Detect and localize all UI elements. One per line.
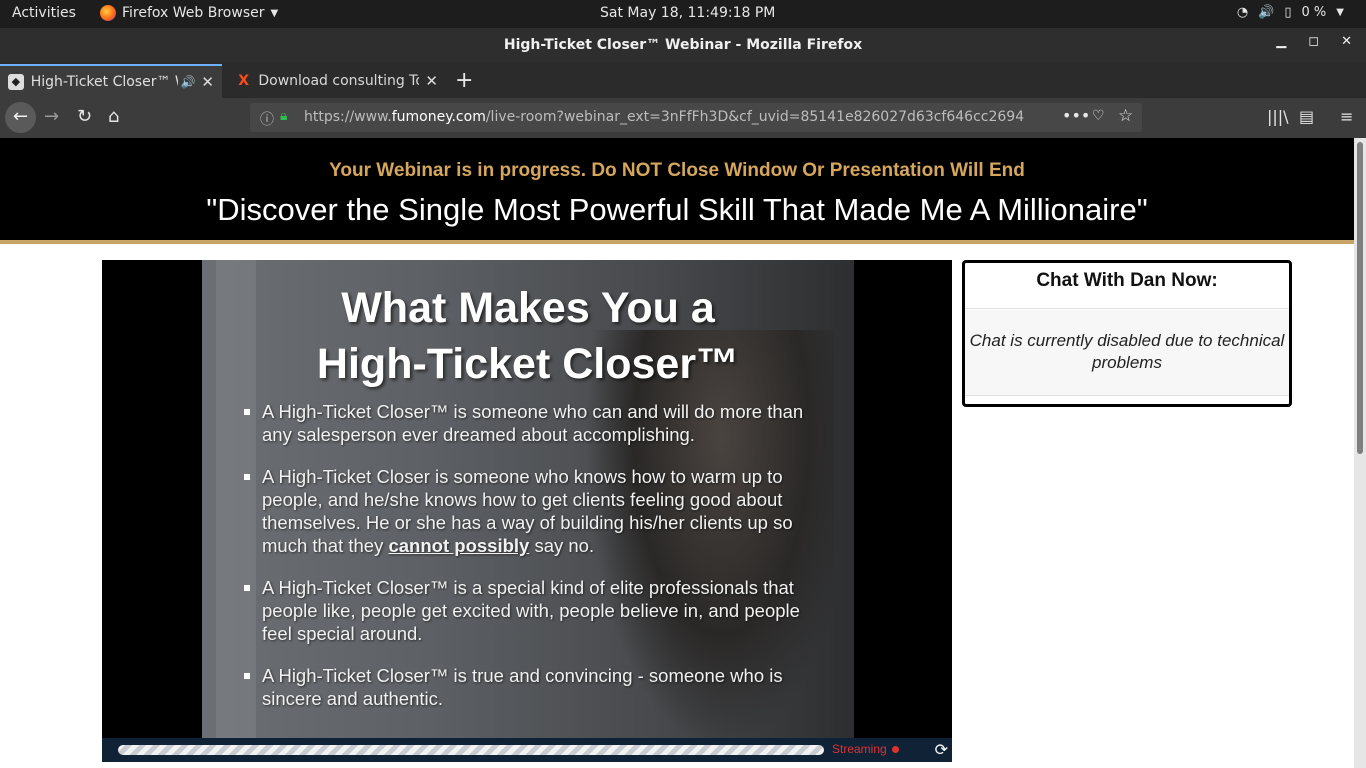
page-content: Your Webinar is in progress. Do NOT Clos…: [0, 138, 1354, 768]
tab-download[interactable]: X Download consulting To ✕: [228, 64, 446, 98]
minimize-icon[interactable]: ▁: [1276, 34, 1286, 49]
page-scrollbar[interactable]: [1354, 138, 1366, 768]
volume-icon: 🔊: [1258, 5, 1275, 20]
reload-icon[interactable]: ↻: [77, 106, 92, 127]
forward-arrow-icon[interactable]: →: [44, 106, 59, 127]
battery-icon: ▯: [1284, 5, 1292, 20]
library-icon[interactable]: |||\: [1267, 107, 1289, 126]
playback-progress-bar[interactable]: [118, 745, 824, 755]
system-tray[interactable]: ◔ 🔊 ▯ 0 % ▼: [1237, 5, 1344, 20]
maximize-icon[interactable]: ◻: [1308, 34, 1319, 49]
info-icon[interactable]: ⓘ: [260, 109, 274, 129]
app-menu-label: Firefox Web Browser: [122, 5, 265, 21]
tab-strip: ◆ High-Ticket Closer™ W 🔊 ✕ X Download c…: [0, 62, 1366, 98]
x-favicon-icon: X: [238, 73, 250, 89]
firefox-icon: [100, 5, 116, 21]
app-menu[interactable]: Firefox Web Browser ▼: [100, 5, 278, 21]
activities-button[interactable]: Activities: [12, 5, 76, 21]
speaker-icon[interactable]: 🔊: [180, 75, 195, 89]
navigation-toolbar: ← → ↻ ⌂ ⓘ 🔒︎ https://www.fumoney.com/liv…: [0, 98, 1366, 138]
window-title: High-Ticket Closer™ Webinar - Mozilla Fi…: [503, 37, 863, 53]
system-top-bar: Activities Firefox Web Browser ▼ Sat May…: [0, 0, 1366, 28]
webinar-favicon-icon: ◆: [8, 74, 24, 90]
chat-message: Chat is currently disabled due to techni…: [965, 310, 1289, 396]
scrollbar-thumb[interactable]: [1357, 142, 1363, 454]
slide-bullet: A High-Ticket Closer™ is true and convin…: [244, 664, 824, 710]
chevron-down-icon: ▼: [270, 7, 279, 19]
url-text[interactable]: https://www.fumoney.com/live-room?webina…: [304, 109, 1024, 125]
player-controls: Streaming ⟳: [102, 738, 952, 762]
close-tab-icon[interactable]: ✕: [201, 73, 214, 91]
clock[interactable]: Sat May 18, 11:49:18 PM: [600, 5, 775, 21]
progress-notice: Your Webinar is in progress. Do NOT Clos…: [329, 160, 1025, 181]
live-dot-icon: [891, 746, 899, 753]
tab-label: Download consulting To: [258, 73, 420, 89]
refresh-icon[interactable]: ⟳: [935, 740, 948, 759]
wifi-icon: ◔: [1236, 5, 1249, 20]
home-icon[interactable]: ⌂: [108, 106, 119, 127]
webinar-banner: Your Webinar is in progress. Do NOT Clos…: [0, 138, 1354, 244]
bookmark-star-icon[interactable]: ☆: [1118, 106, 1133, 126]
slide-bullets: A High-Ticket Closer™ is someone who can…: [244, 400, 824, 729]
chat-title: Chat With Dan Now:: [965, 263, 1289, 309]
tab-label: High-Ticket Closer™ W: [30, 74, 179, 90]
slide-bullet: A High-Ticket Closer™ is someone who can…: [244, 400, 824, 446]
tab-webinar[interactable]: ◆ High-Ticket Closer™ W 🔊 ✕: [0, 64, 222, 98]
slide-title: What Makes You a High-Ticket Closer™: [316, 284, 740, 388]
presentation-slide: What Makes You a High-Ticket Closer™ A Hi…: [202, 260, 854, 738]
lock-icon[interactable]: 🔒︎: [280, 108, 287, 124]
slide-bullet: A High-Ticket Closer is someone who know…: [244, 465, 824, 557]
webinar-headline: "Discover the Single Most Powerful Skill…: [206, 192, 1148, 227]
hamburger-menu-icon[interactable]: ≡: [1340, 107, 1353, 126]
sidebar-icon[interactable]: ▤: [1299, 107, 1314, 126]
close-tab-icon[interactable]: ✕: [425, 72, 438, 90]
streaming-status: Streaming: [832, 742, 899, 756]
more-actions-icon[interactable]: •••: [1062, 106, 1090, 125]
slide-bullet: A High-Ticket Closer™ is a special kind …: [244, 576, 824, 645]
new-tab-icon[interactable]: +: [455, 68, 473, 93]
chevron-down-icon: ▼: [1336, 7, 1344, 18]
window-title-bar: High-Ticket Closer™ Webinar - Mozilla Fi…: [0, 28, 1366, 62]
url-bar[interactable]: ⓘ 🔒︎ https://www.fumoney.com/live-room?w…: [250, 103, 1142, 132]
chat-panel: Chat With Dan Now: Chat is currently dis…: [962, 260, 1292, 407]
close-icon[interactable]: ✕: [1341, 34, 1352, 49]
battery-percent: 0 %: [1301, 5, 1327, 20]
video-player[interactable]: What Makes You a High-Ticket Closer™ A Hi…: [102, 260, 952, 738]
back-arrow-icon[interactable]: ←: [5, 102, 36, 133]
pocket-icon[interactable]: ♡: [1092, 108, 1105, 124]
